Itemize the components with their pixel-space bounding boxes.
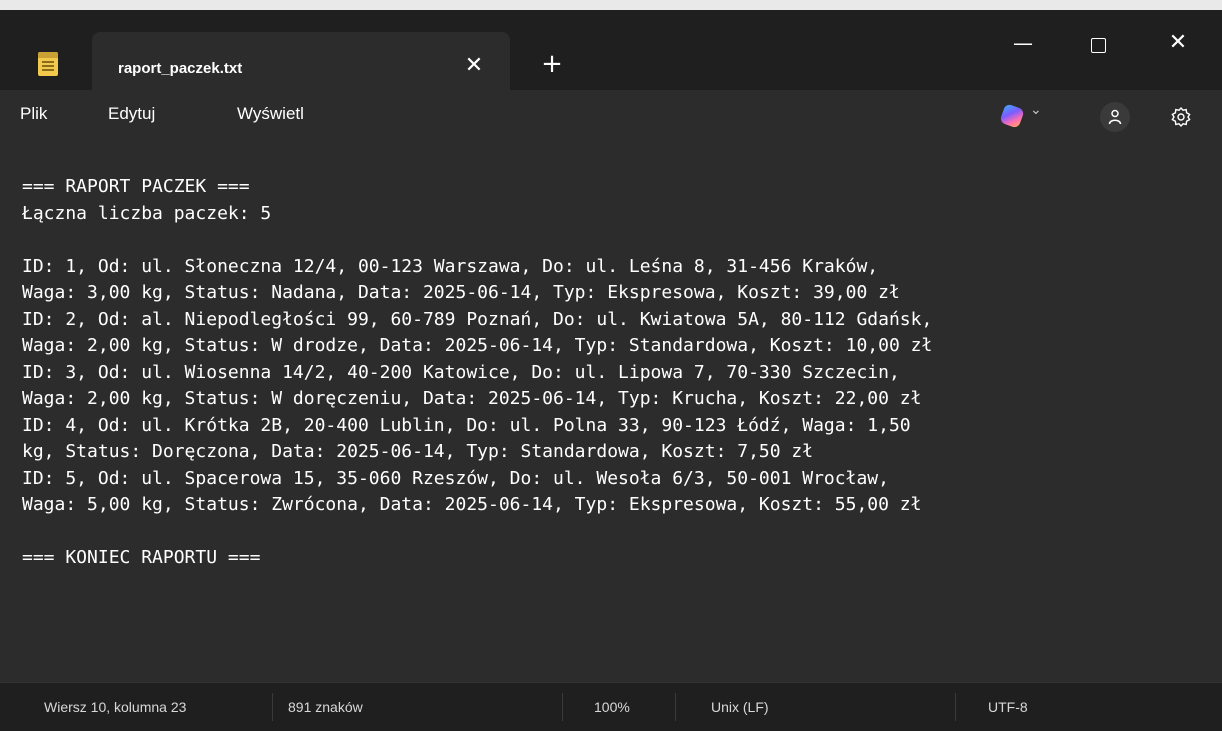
editor-line: ID: 2, Od: al. Niepodległości 99, 60-789… (22, 308, 933, 330)
editor-line: ID: 4, Od: ul. Krótka 2B, 20-400 Lublin,… (22, 414, 911, 436)
top-strip (0, 0, 1222, 10)
minimize-button[interactable]: — (1000, 20, 1046, 66)
menu-bar: Plik Edytuj Wyświetl ⌄ (0, 90, 1222, 144)
status-divider (272, 693, 273, 721)
close-icon[interactable]: ✕ (458, 50, 490, 82)
text-editor[interactable]: === RAPORT PACZEK === Łączna liczba pacze… (0, 144, 1222, 682)
cursor-position[interactable]: Wiersz 10, kolumna 23 (44, 699, 186, 715)
editor-line: === KONIEC RAPORTU === (22, 547, 261, 568)
editor-line: Waga: 5,00 kg, Status: Zwrócona, Data: 2… (22, 494, 922, 515)
line-endings[interactable]: Unix (LF) (711, 699, 769, 715)
chevron-down-icon[interactable]: ⌄ (1030, 102, 1042, 118)
gear-icon (1171, 106, 1191, 128)
window-close-button[interactable]: ✕ (1155, 20, 1201, 66)
new-tab-button[interactable]: + (536, 48, 568, 80)
editor-line: ID: 3, Od: ul. Wiosenna 14/2, 40-200 Kat… (22, 361, 900, 383)
editor-line: Waga: 3,00 kg, Status: Nadana, Data: 202… (22, 282, 900, 303)
settings-button[interactable] (1166, 102, 1196, 132)
editor-line: Waga: 2,00 kg, Status: W doręczeniu, Dat… (22, 388, 922, 409)
status-divider (675, 693, 676, 721)
editor-line: kg, Status: Doręczona, Data: 2025-06-14,… (22, 441, 814, 462)
tab-title: raport_paczek.txt (118, 60, 243, 77)
editor-line: ID: 1, Od: ul. Słoneczna 12/4, 00-123 Wa… (22, 255, 879, 277)
status-bar: Wiersz 10, kolumna 23 891 znaków 100% Un… (0, 682, 1222, 731)
status-divider (562, 693, 563, 721)
editor-line: === RAPORT PACZEK === (22, 176, 250, 197)
maximize-button[interactable] (1075, 24, 1121, 70)
maximize-icon (1091, 38, 1106, 53)
account-button[interactable] (1100, 102, 1130, 132)
copilot-icon[interactable] (999, 103, 1025, 129)
char-count: 891 znaków (288, 699, 363, 715)
title-bar: raport_paczek.txt ✕ + — ✕ (0, 10, 1222, 100)
menu-edit[interactable]: Edytuj (108, 104, 155, 124)
editor-content[interactable]: === RAPORT PACZEK === Łączna liczba pacze… (22, 174, 932, 572)
editor-line: Łączna liczba paczek: 5 (22, 202, 272, 224)
notepad-icon (38, 52, 58, 76)
status-divider (955, 693, 956, 721)
user-icon (1108, 109, 1122, 125)
menu-file[interactable]: Plik (20, 104, 47, 124)
menu-view[interactable]: Wyświetl (237, 104, 304, 124)
encoding[interactable]: UTF-8 (988, 699, 1028, 715)
editor-line: Waga: 2,00 kg, Status: W drodze, Data: 2… (22, 335, 933, 356)
zoom-level[interactable]: 100% (594, 699, 630, 715)
editor-line: ID: 5, Od: ul. Spacerowa 15, 35-060 Rzes… (22, 467, 889, 489)
